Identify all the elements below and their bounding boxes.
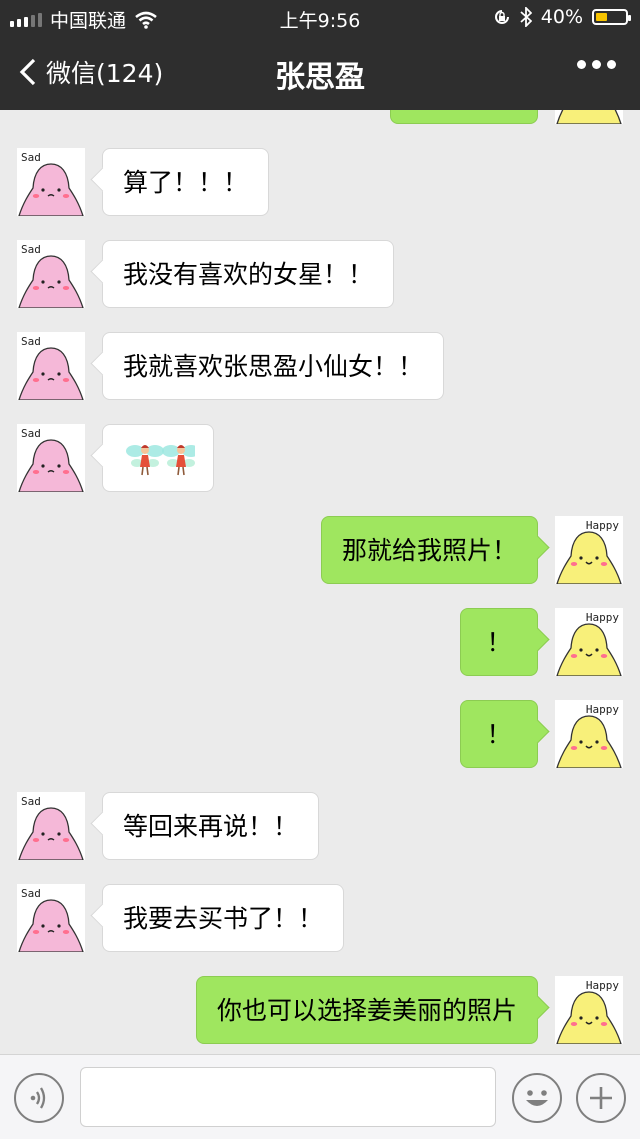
fairy-emoji-icon <box>121 445 200 485</box>
message-row: Happy 你也可以选择姜美丽的照片 <box>0 976 640 1044</box>
chat-area[interactable]: Happy Sad 算了！！！ Sad 我没有喜欢的女星！！ Sad 我就喜欢张思盈小仙女… <box>0 110 640 1054</box>
more-icon[interactable] <box>577 60 616 69</box>
input-bar <box>0 1054 640 1139</box>
nav-bar: 微信(124) 张思盈 <box>0 36 640 110</box>
contact-avatar[interactable]: Sad <box>17 240 85 308</box>
message-input[interactable] <box>80 1067 496 1127</box>
message-text: 你也可以选择姜美丽的照片 <box>216 996 517 1025</box>
message-text: 那就给我照片！ <box>341 536 517 565</box>
self-avatar[interactable]: Happy <box>555 516 623 584</box>
message-row: Sad <box>0 424 640 492</box>
message-text: 等回来再说！！ <box>123 812 299 841</box>
message-row: Sad 我没有喜欢的女星！！ <box>0 240 640 308</box>
message-text: 我要去买书了！！ <box>123 904 324 933</box>
avatar-tag: Happy <box>585 979 619 992</box>
contact-avatar[interactable]: Sad <box>17 792 85 860</box>
message-bubble-in[interactable]: 等回来再说！！ <box>102 792 320 860</box>
message-text: 我就喜欢张思盈小仙女！！ <box>123 352 424 381</box>
chat-title: 张思盈 <box>275 60 365 95</box>
message-bubble-in[interactable] <box>102 424 214 492</box>
message-row: Sad 等回来再说！！ <box>0 792 640 860</box>
top-bar: 中国联通 上午9:56 40% 微信(124) 张思盈 <box>0 0 640 110</box>
message-text: ！ <box>486 628 512 657</box>
message-bubble-out[interactable] <box>390 110 538 124</box>
message-row: Sad 我要去买书了！！ <box>0 884 640 952</box>
avatar-tag: Happy <box>585 519 619 532</box>
previous-message-row: Happy <box>0 110 640 124</box>
emoji-button[interactable] <box>512 1073 562 1123</box>
self-avatar[interactable]: Happy <box>555 608 623 676</box>
avatar-tag: Happy <box>585 611 619 624</box>
message-bubble-out[interactable]: ！ <box>460 608 538 676</box>
voice-icon <box>30 1087 46 1109</box>
message-bubble-out[interactable]: 你也可以选择姜美丽的照片 <box>195 976 538 1044</box>
orientation-lock-icon <box>494 10 509 24</box>
battery-percent: 40% <box>540 6 583 28</box>
message-bubble-out[interactable]: ！ <box>460 700 538 768</box>
message-text: 我没有喜欢的女星！！ <box>123 260 374 289</box>
battery-icon <box>592 9 631 25</box>
contact-avatar[interactable]: Sad <box>17 332 85 400</box>
avatar-tag: Happy <box>585 703 619 716</box>
emoji-icon <box>526 1090 548 1106</box>
message-bubble-in[interactable]: 算了！！！ <box>102 148 270 216</box>
message-row: Happy ！ <box>0 700 640 768</box>
voice-button[interactable] <box>14 1073 64 1123</box>
message-row: Happy 那就给我照片！ <box>0 516 640 584</box>
plus-icon <box>590 1087 612 1109</box>
avatar-tag: Sad <box>21 427 41 440</box>
contact-avatar[interactable]: Sad <box>17 148 85 216</box>
status-bar: 中国联通 上午9:56 40% <box>0 0 640 36</box>
message-row: Sad 我就喜欢张思盈小仙女！！ <box>0 332 640 400</box>
avatar-tag: Sad <box>21 887 41 900</box>
avatar-tag: Sad <box>21 151 41 164</box>
bluetooth-icon <box>520 7 532 27</box>
contact-avatar[interactable]: Sad <box>17 424 85 492</box>
message-bubble-in[interactable]: 我没有喜欢的女星！！ <box>102 240 395 308</box>
self-avatar[interactable]: Happy <box>555 110 623 124</box>
message-row: Sad 算了！！！ <box>0 148 640 216</box>
self-avatar[interactable]: Happy <box>555 976 623 1044</box>
self-avatar[interactable]: Happy <box>555 700 623 768</box>
message-bubble-in[interactable]: 我要去买书了！！ <box>102 884 345 952</box>
avatar-tag: Sad <box>21 243 41 256</box>
message-bubble-out[interactable]: 那就给我照片！ <box>320 516 538 584</box>
message-text: ！ <box>486 720 512 749</box>
avatar-tag: Sad <box>21 335 41 348</box>
message-bubble-in[interactable]: 我就喜欢张思盈小仙女！！ <box>102 332 445 400</box>
avatar-tag: Sad <box>21 795 41 808</box>
message-text: 算了！！！ <box>123 168 249 197</box>
message-row: Happy ！ <box>0 608 640 676</box>
contact-avatar[interactable]: Sad <box>17 884 85 952</box>
plus-button[interactable] <box>576 1073 626 1123</box>
